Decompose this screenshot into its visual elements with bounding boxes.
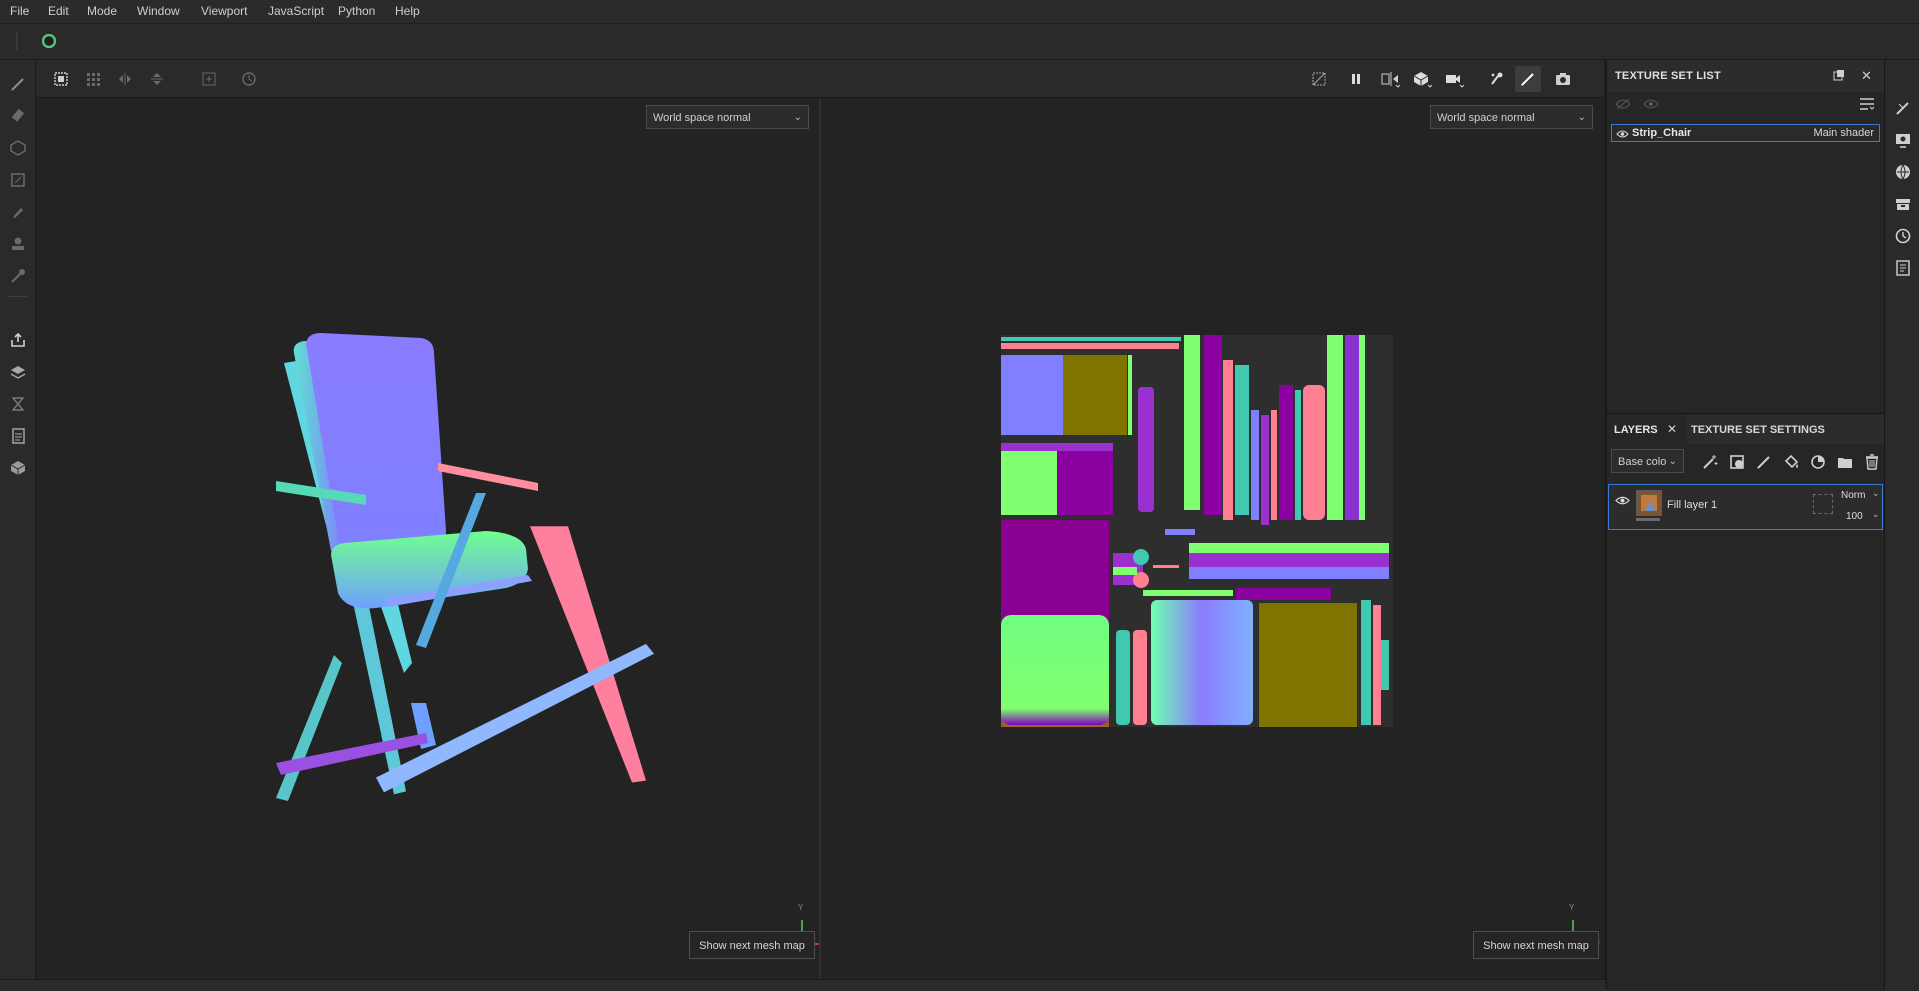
- layer-visibility-eye-icon[interactable]: [1615, 495, 1630, 509]
- opacity-value[interactable]: 100: [1846, 511, 1863, 522]
- bake-icon[interactable]: [6, 360, 30, 384]
- chair-model-render: [276, 333, 654, 801]
- menu-window[interactable]: Window: [137, 4, 180, 18]
- add-folder-icon[interactable]: [1836, 453, 1854, 474]
- eraser-tool-icon[interactable]: [6, 104, 30, 128]
- delete-layer-icon[interactable]: [1863, 453, 1881, 474]
- layers-header: LAYERS ✕ TEXTURE SET SETTINGS: [1607, 414, 1884, 444]
- tool-divider: [8, 296, 28, 297]
- right-panel: TEXTURE SET LIST ✕ Strip_Chair Main shad…: [1606, 60, 1884, 990]
- export-icon[interactable]: [6, 328, 30, 352]
- viewport-toolbar: [36, 60, 1604, 98]
- history-panel-icon[interactable]: [1891, 224, 1915, 248]
- log-icon[interactable]: [1891, 256, 1915, 280]
- toolbar-grip: [16, 32, 18, 50]
- cube-icon[interactable]: [6, 456, 30, 480]
- chevron-down-icon: ⌄: [1872, 509, 1880, 519]
- menu-javascript[interactable]: JavaScript: [268, 4, 324, 18]
- channel-select[interactable]: Base colo ⌄: [1611, 449, 1684, 473]
- add-mask-icon[interactable]: [1728, 453, 1746, 474]
- menu-file[interactable]: File: [10, 4, 29, 18]
- close-tab-icon[interactable]: ✕: [1667, 422, 1677, 436]
- selection-tool-icon[interactable]: [48, 66, 74, 92]
- tab-texture-set-settings[interactable]: TEXTURE SET SETTINGS: [1691, 424, 1825, 436]
- split-view-icon[interactable]: [1378, 66, 1404, 92]
- add-icon[interactable]: [196, 66, 222, 92]
- paint-mode-icon[interactable]: [1484, 66, 1510, 92]
- menu-mode[interactable]: Mode: [87, 4, 117, 18]
- symmetry-y-icon[interactable]: [144, 66, 170, 92]
- polygon-fill-tool-icon[interactable]: [6, 168, 30, 192]
- environment-icon[interactable]: [1891, 160, 1915, 184]
- axis-v-label: Y: [1569, 903, 1575, 912]
- channel-select-label: Base colo: [1618, 456, 1667, 468]
- undock-icon[interactable]: [1833, 69, 1845, 84]
- history-icon[interactable]: [236, 66, 262, 92]
- layer-mask-slot[interactable]: [1813, 494, 1833, 514]
- show-all-icon[interactable]: [1643, 98, 1659, 113]
- menu-viewport[interactable]: Viewport: [201, 4, 247, 18]
- shelf-icon[interactable]: [1891, 192, 1915, 216]
- document-icon[interactable]: [6, 424, 30, 448]
- visibility-eye-icon[interactable]: [1616, 128, 1629, 142]
- projection-dropdown-label: World space normal: [1437, 112, 1535, 124]
- projection-dropdown-3d[interactable]: World space normal ⌄: [646, 105, 809, 129]
- blend-mode-select[interactable]: Norm: [1841, 490, 1865, 501]
- texture-set-shader[interactable]: Main shader: [1813, 127, 1874, 139]
- grid-select-icon[interactable]: [80, 66, 106, 92]
- fill-layer-thumbnail: [1636, 490, 1662, 516]
- viewport-2d[interactable]: World space normal ⌄ Y Show next mesh ma…: [821, 98, 1604, 979]
- viewport-3d[interactable]: World space normal ⌄ Y Show next mesh ma…: [36, 98, 828, 979]
- layer-mask-bar: [1636, 518, 1660, 521]
- projection-tool-icon[interactable]: [6, 136, 30, 160]
- add-paint-layer-icon[interactable]: [1755, 453, 1773, 474]
- chevron-down-icon: ⌄: [1577, 112, 1586, 123]
- context-toolbar: [0, 24, 1919, 60]
- symmetry-x-icon[interactable]: [112, 66, 138, 92]
- menu-bar: File Edit Mode Window Viewport JavaScrip…: [0, 0, 1919, 24]
- close-icon[interactable]: ✕: [1861, 68, 1872, 84]
- menu-edit[interactable]: Edit: [48, 4, 69, 18]
- chevron-down-icon: ⌄: [1872, 488, 1880, 498]
- side-dock-strip: [1884, 60, 1919, 990]
- display-cube-icon[interactable]: [1410, 66, 1436, 92]
- smudge-tool-icon[interactable]: [6, 200, 30, 224]
- projection-dropdown-label: World space normal: [653, 112, 751, 124]
- show-next-mesh-map-button-3d[interactable]: Show next mesh map: [689, 931, 815, 959]
- menu-help[interactable]: Help: [395, 4, 420, 18]
- chevron-down-icon: ⌄: [1668, 456, 1677, 467]
- add-fill-layer-icon[interactable]: [1782, 453, 1800, 474]
- hourglass-icon[interactable]: [6, 392, 30, 416]
- list-options-icon[interactable]: [1859, 97, 1875, 114]
- screenshot-camera-icon[interactable]: [1550, 66, 1576, 92]
- texture-set-row[interactable]: Strip_Chair Main shader: [1611, 124, 1880, 142]
- brush-settings-icon[interactable]: [1891, 96, 1915, 120]
- texture-set-name: Strip_Chair: [1632, 127, 1692, 139]
- layer-name[interactable]: Fill layer 1: [1667, 499, 1717, 511]
- menu-python[interactable]: Python: [338, 4, 375, 18]
- texture-set-list-header: TEXTURE SET LIST ✕: [1607, 60, 1884, 92]
- projection-dropdown-2d[interactable]: World space normal ⌄: [1430, 105, 1593, 129]
- display-settings-icon[interactable]: [1891, 128, 1915, 152]
- axis-y-label: Y: [798, 903, 804, 912]
- texture-set-list-title: TEXTURE SET LIST: [1615, 70, 1721, 82]
- color-picker-tool-icon[interactable]: [6, 264, 30, 288]
- tab-layers[interactable]: LAYERS: [1614, 424, 1658, 436]
- paint-brush-tool-icon[interactable]: [6, 72, 30, 96]
- add-smart-material-icon[interactable]: [1809, 453, 1827, 474]
- pause-icon[interactable]: [1343, 66, 1369, 92]
- camera-mode-icon[interactable]: [1442, 66, 1468, 92]
- app-logo-icon: [41, 33, 57, 49]
- uv-normal-map: [1001, 335, 1393, 727]
- layer-row[interactable]: Fill layer 1 Norm ⌄ 100 ⌄: [1608, 484, 1883, 530]
- tool-strip: [0, 60, 36, 990]
- chevron-down-icon: ⌄: [793, 112, 802, 123]
- add-effect-icon[interactable]: [1701, 453, 1719, 474]
- hide-all-icon[interactable]: [1615, 98, 1631, 113]
- brush-mode-icon[interactable]: [1515, 66, 1541, 92]
- hide-uv-icon[interactable]: [1306, 66, 1332, 92]
- clone-stamp-tool-icon[interactable]: [6, 232, 30, 256]
- show-next-mesh-map-button-2d[interactable]: Show next mesh map: [1473, 931, 1599, 959]
